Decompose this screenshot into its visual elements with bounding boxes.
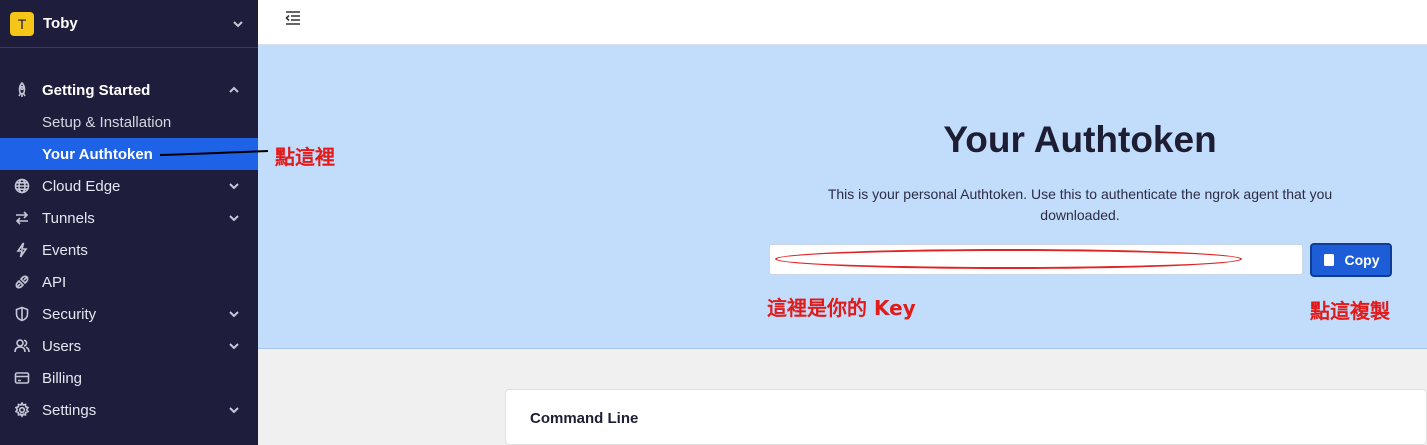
chevron-down-icon <box>224 304 244 324</box>
annotation-click-copy: 點這複製 <box>1310 299 1390 323</box>
chevron-down-icon <box>228 14 248 34</box>
users-icon <box>14 338 30 354</box>
account-switcher[interactable]: T Toby <box>0 0 258 48</box>
gear-icon <box>14 402 30 418</box>
sidebar-item-users[interactable]: Users <box>0 330 258 362</box>
sidebar-item-tunnels[interactable]: Tunnels <box>0 202 258 234</box>
chevron-down-icon <box>224 336 244 356</box>
command-line-card: Command Line <box>505 389 1427 445</box>
sidebar-item-events[interactable]: Events <box>0 234 258 266</box>
sidebar-nav: Getting Started Setup & Installation You… <box>0 74 258 426</box>
sidebar-item-label: Security <box>42 305 97 323</box>
annotation-highlight-ellipse <box>775 249 1242 269</box>
rocket-icon <box>14 82 30 98</box>
copy-button-label: Copy <box>1344 252 1380 268</box>
sidebar-item-label: Users <box>42 337 82 355</box>
sidebar-item-settings[interactable]: Settings <box>0 394 258 426</box>
collapse-sidebar-icon[interactable] <box>284 10 302 26</box>
sidebar-item-label: API <box>42 273 67 291</box>
page-description: This is your personal Authtoken. Use thi… <box>827 186 1333 223</box>
annotation-click-here: 點這裡 <box>275 145 335 169</box>
sidebar-item-setup-installation[interactable]: Setup & Installation <box>0 106 258 138</box>
account-name: Toby <box>43 15 78 32</box>
arrows-icon <box>14 210 30 226</box>
page-title: Your Authtoken <box>943 119 1217 160</box>
shield-icon <box>14 306 30 322</box>
sidebar-item-label: Getting Started <box>42 81 151 99</box>
sidebar-item-label: Settings <box>42 401 97 419</box>
sidebar-item-billing[interactable]: Billing <box>0 362 258 394</box>
globe-icon <box>14 178 30 194</box>
chevron-down-icon <box>224 208 244 228</box>
plug-icon <box>14 274 30 290</box>
sidebar-item-getting-started[interactable]: Getting Started <box>0 74 258 106</box>
avatar: T <box>10 11 34 36</box>
annotation-arrow-line <box>159 150 269 156</box>
sidebar-item-label: Billing <box>42 369 83 387</box>
sidebar-item-label: Tunnels <box>42 209 95 227</box>
top-bar <box>258 0 1427 45</box>
copy-button[interactable]: Copy <box>1310 243 1392 277</box>
sidebar: T Toby Getting Started Setup & Installat… <box>0 0 258 445</box>
card-icon <box>14 370 30 386</box>
chevron-down-icon <box>224 400 244 420</box>
chevron-up-icon <box>224 80 244 100</box>
annotation-your-key: 這裡是你的 Key <box>767 296 916 320</box>
clipboard-icon <box>1323 253 1335 267</box>
lightning-icon <box>14 242 30 258</box>
sidebar-item-api[interactable]: API <box>0 266 258 298</box>
chevron-down-icon <box>224 176 244 196</box>
sidebar-item-security[interactable]: Security <box>0 298 258 330</box>
sidebar-item-cloud-edge[interactable]: Cloud Edge <box>0 170 258 202</box>
sidebar-item-label: Cloud Edge <box>42 177 121 195</box>
card-title: Command Line <box>530 410 639 427</box>
sidebar-item-label: Events <box>42 241 88 259</box>
